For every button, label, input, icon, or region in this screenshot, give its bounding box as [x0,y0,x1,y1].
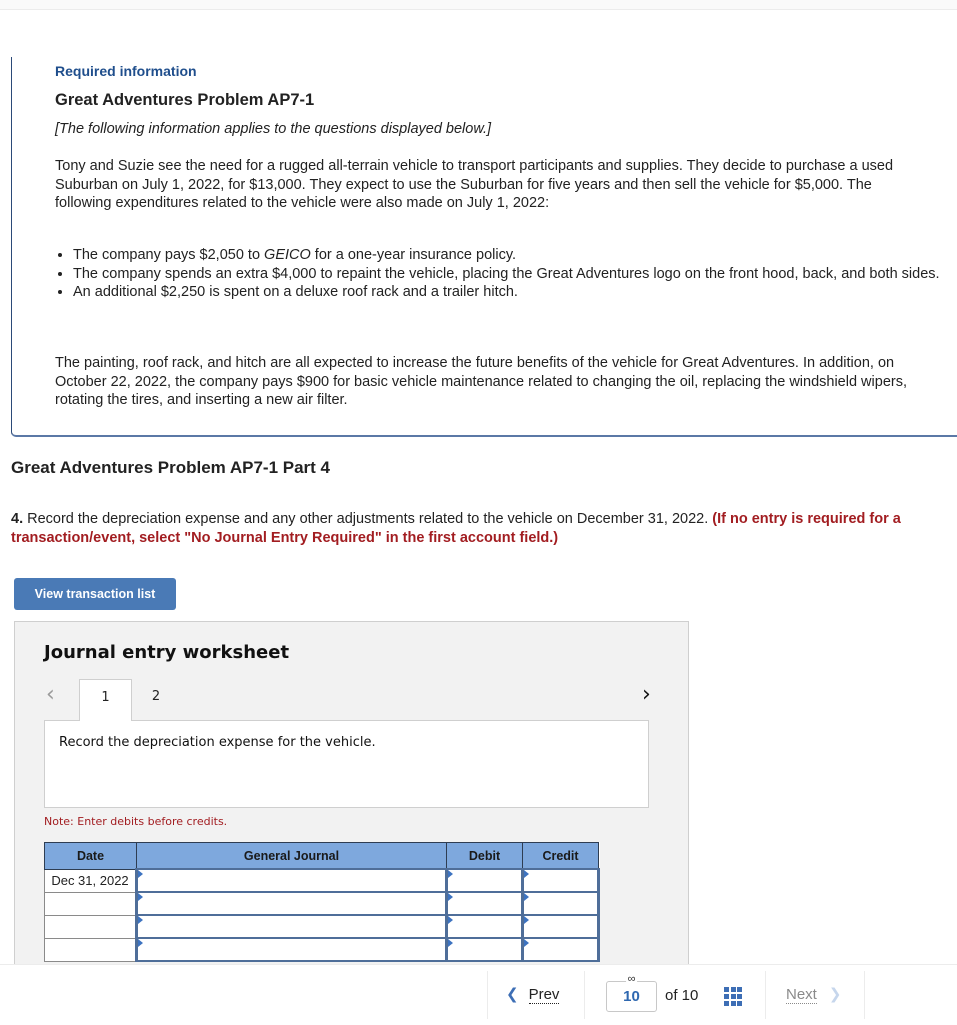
table-row: Dec 31, 2022 [44,868,600,893]
page-count: of 10 [665,987,699,1004]
required-information-label: Required information [55,63,197,79]
problem-paragraph-2: The painting, roof rack, and hitch are a… [55,355,907,408]
column-header-general-journal: General Journal [136,842,447,870]
bullet-text: The company pays $2,050 to [73,247,265,263]
view-transaction-list-button[interactable]: View transaction list [14,578,176,610]
chevron-left-icon: ❮ [506,985,519,1003]
next-label: Next [786,986,817,1004]
question-text: 4. Record the depreciation expense and a… [11,510,956,547]
list-item: An additional $2,250 is spent on a delux… [73,283,943,302]
problem-paragraph-1: Tony and Suzie see the need for a rugged… [55,158,894,211]
credit-field[interactable] [521,914,600,939]
part-title: Great Adventures Problem AP7-1 Part 4 [11,458,331,477]
page-number-input[interactable]: ∞ 10 [606,973,657,1012]
list-item: The company pays $2,050 to GEICO for a o… [73,246,943,265]
divider [487,971,488,1019]
journal-entry-worksheet: Journal entry worksheet ‹ 1 2 › Record t… [14,621,689,967]
tab-2[interactable]: 2 [131,679,181,720]
link-icon: ∞ [625,973,638,985]
top-bar [0,0,957,10]
intro-note: [The following information applies to th… [55,121,492,137]
credit-field[interactable] [521,868,600,893]
grid-icon[interactable] [724,987,743,1006]
table-row [44,937,600,962]
account-field[interactable] [135,868,448,893]
divider [864,971,865,1019]
debit-field[interactable] [445,914,524,939]
chevron-right-icon: ❯ [828,985,842,1003]
list-item: The company spends an extra $4,000 to re… [73,265,943,284]
column-header-credit: Credit [522,842,599,870]
pagination-bar: ❮ Prev ∞ 10 of 10 Next ❯ [0,964,957,1025]
debit-field[interactable] [445,937,524,962]
expenditure-list: The company pays $2,050 to GEICO for a o… [55,246,943,302]
date-cell [44,891,137,916]
divider [765,971,766,1019]
debit-field[interactable] [445,891,524,916]
table-row [44,891,600,916]
problem-title: Great Adventures Problem AP7-1 [55,91,315,109]
debits-note: Note: Enter debits before credits. [44,815,228,828]
account-field[interactable] [135,914,448,939]
question-body: Record the depreciation expense and any … [23,511,713,527]
prev-label: Prev [528,986,560,1004]
chevron-right-icon[interactable]: › [642,682,651,707]
debit-field[interactable] [445,868,524,893]
account-field[interactable] [135,891,448,916]
divider [584,971,585,1019]
table-row [44,914,600,939]
bullet-text: for a one-year insurance policy. [310,247,517,263]
task-description-box: Record the depreciation expense for the … [44,720,649,808]
column-header-date: Date [44,842,137,870]
bullet-italic-text: GEICO [264,247,311,263]
chevron-left-icon[interactable]: ‹ [46,682,55,707]
tab-1[interactable]: 1 [79,679,132,721]
date-cell: Dec 31, 2022 [44,868,137,893]
journal-table: Date General Journal Debit Credit Dec 31… [44,842,600,962]
task-description: Record the depreciation expense for the … [59,735,376,750]
worksheet-title: Journal entry worksheet [44,642,290,663]
column-header-debit: Debit [446,842,523,870]
date-cell [44,937,137,962]
question-number: 4. [11,511,24,527]
next-button[interactable]: Next ❯ [786,985,842,1004]
credit-field[interactable] [521,891,600,916]
current-page: 10 [623,988,640,1005]
table-header-row: Date General Journal Debit Credit [44,842,599,870]
date-cell [44,914,137,939]
prev-button[interactable]: ❮ Prev [506,985,560,1004]
account-field[interactable] [135,937,448,962]
credit-field[interactable] [521,937,600,962]
